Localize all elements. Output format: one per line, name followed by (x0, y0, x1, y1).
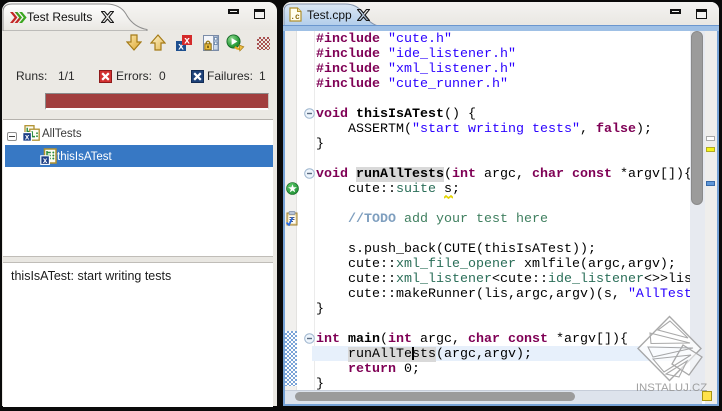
svg-text:x: x (43, 156, 48, 165)
svg-text:INSTALUJ.CZ: INSTALUJ.CZ (636, 382, 707, 394)
svg-text:x: x (184, 36, 190, 47)
svg-text:.c: .c (290, 13, 300, 22)
svg-text:x: x (25, 133, 30, 142)
